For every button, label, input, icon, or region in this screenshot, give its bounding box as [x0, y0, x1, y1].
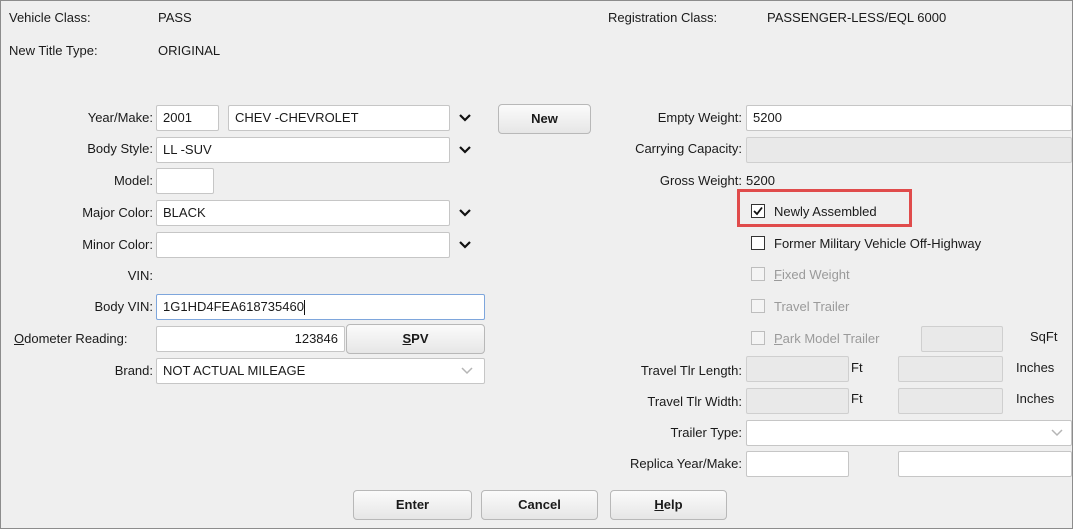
text-cursor	[303, 300, 305, 316]
checkmark-icon	[753, 206, 763, 216]
year-make-label: Year/Make:	[87, 110, 153, 125]
carrying-capacity-input[interactable]	[746, 137, 1072, 163]
empty-weight-input[interactable]: 5200	[746, 105, 1072, 131]
odometer-reading-label: Odometer Reading:	[14, 331, 128, 346]
travel-tlr-width-ft-input[interactable]	[746, 388, 849, 414]
travel-tlr-width-inches-input[interactable]	[898, 388, 1003, 414]
travel-trailer-label[interactable]: Travel Trailer	[774, 299, 849, 314]
make-dropdown-chevron-icon[interactable]	[452, 105, 478, 131]
gross-weight-label: Gross Weight:	[659, 173, 742, 188]
park-model-trailer-checkbox[interactable]	[751, 331, 765, 345]
body-style-label: Body Style:	[87, 141, 153, 156]
fixed-weight-label[interactable]: Fixed Weight	[774, 267, 850, 282]
width-inches-label: Inches	[1016, 391, 1055, 406]
body-style-dropdown-chevron-icon[interactable]	[452, 137, 478, 163]
former-military-checkbox[interactable]	[751, 236, 765, 250]
vehicle-form-window: Vehicle Class: PASS Registration Class: …	[0, 0, 1073, 529]
replica-make-input[interactable]	[898, 451, 1072, 477]
carrying-capacity-label: Carrying Capacity:	[635, 141, 742, 156]
former-military-label[interactable]: Former Military Vehicle Off-Highway	[774, 236, 981, 251]
brand-dropdown-chevron-icon[interactable]	[454, 358, 480, 384]
park-model-sqft-input[interactable]	[921, 326, 1003, 352]
year-input[interactable]: 2001	[156, 105, 219, 131]
body-vin-input[interactable]: 1G1HD4FEA618735460	[156, 294, 485, 320]
replica-year-make-label: Replica Year/Make:	[629, 456, 742, 471]
travel-tlr-length-label: Travel Tlr Length:	[640, 363, 742, 378]
vehicle-class-value: PASS	[158, 10, 192, 25]
travel-tlr-width-label: Travel Tlr Width:	[647, 394, 742, 409]
new-title-type-value: ORIGINAL	[158, 43, 221, 58]
registration-class-label: Registration Class:	[608, 10, 718, 25]
brand-label: Brand:	[114, 363, 153, 378]
travel-trailer-checkbox[interactable]	[751, 299, 765, 313]
empty-weight-label: Empty Weight:	[657, 110, 742, 125]
major-color-label: Major Color:	[82, 205, 153, 220]
newly-assembled-label[interactable]: Newly Assembled	[774, 204, 877, 219]
width-ft-label: Ft	[851, 391, 863, 406]
make-select[interactable]: CHEV -CHEVROLET	[228, 105, 450, 131]
minor-color-label: Minor Color:	[82, 237, 153, 252]
model-input[interactable]	[156, 168, 214, 194]
cancel-button[interactable]: Cancel	[481, 490, 598, 520]
major-color-dropdown-chevron-icon[interactable]	[452, 200, 478, 226]
gross-weight-value: 5200	[746, 173, 775, 188]
vehicle-class-label: Vehicle Class:	[9, 10, 91, 25]
registration-class-value: PASSENGER-LESS/EQL 6000	[767, 10, 947, 25]
body-vin-label: Body VIN:	[94, 299, 153, 314]
new-title-type-label: New Title Type:	[9, 43, 98, 58]
sqft-label: SqFt	[1030, 329, 1058, 344]
park-model-trailer-label[interactable]: Park Model Trailer	[774, 331, 879, 346]
minor-color-select[interactable]	[156, 232, 450, 258]
odometer-reading-input[interactable]: 123846	[156, 326, 345, 352]
vin-label: VIN:	[127, 268, 153, 283]
replica-year-input[interactable]	[746, 451, 849, 477]
enter-button[interactable]: Enter	[353, 490, 472, 520]
trailer-type-select[interactable]	[746, 420, 1072, 446]
help-button[interactable]: Help	[610, 490, 727, 520]
minor-color-dropdown-chevron-icon[interactable]	[452, 232, 478, 258]
body-style-select[interactable]: LL -SUV	[156, 137, 450, 163]
travel-tlr-length-ft-input[interactable]	[746, 356, 849, 382]
length-inches-label: Inches	[1016, 360, 1055, 375]
spv-button[interactable]: SPV	[346, 324, 485, 354]
newly-assembled-checkbox[interactable]	[751, 204, 765, 218]
trailer-type-dropdown-chevron-icon[interactable]	[1044, 420, 1070, 446]
length-ft-label: Ft	[851, 360, 863, 375]
model-label: Model:	[113, 173, 153, 188]
trailer-type-label: Trailer Type:	[670, 425, 742, 440]
fixed-weight-checkbox[interactable]	[751, 267, 765, 281]
travel-tlr-length-inches-input[interactable]	[898, 356, 1003, 382]
brand-select[interactable]: NOT ACTUAL MILEAGE	[156, 358, 485, 384]
major-color-select[interactable]: BLACK	[156, 200, 450, 226]
